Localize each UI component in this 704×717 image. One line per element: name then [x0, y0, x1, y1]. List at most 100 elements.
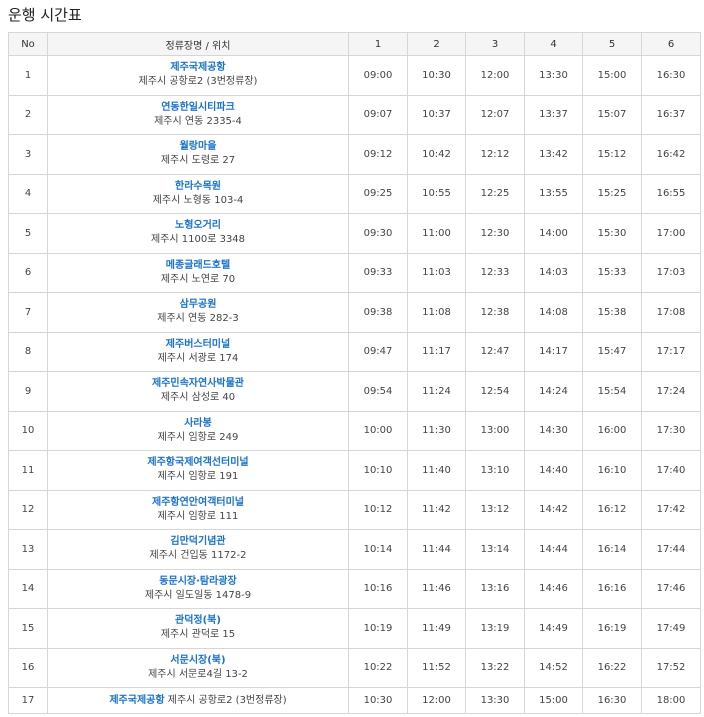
departure-time: 15:25	[582, 173, 642, 214]
row-number: 3	[8, 134, 48, 175]
stop-address: 제주시 관덕로 15	[160, 629, 236, 641]
row-number: 12	[8, 489, 48, 530]
stop-name-link[interactable]: 노형오거리	[48, 219, 348, 233]
row-number: 4	[8, 173, 48, 214]
stop-cell: 서문시장(북) 제주시 서문로4길 13-2	[47, 647, 349, 688]
departure-time: 10:22	[348, 647, 408, 688]
departure-time: 13:14	[465, 529, 525, 570]
departure-time: 09:00	[348, 55, 408, 96]
stop-name-link[interactable]: 삼무공원	[48, 298, 348, 312]
departure-time: 15:07	[582, 94, 642, 135]
table-row: 8 제주버스터미널 제주시 서광로 174 09:47 11:17 12:47 14:17 1…	[8, 331, 701, 372]
departure-time: 13:12	[465, 489, 525, 530]
departure-time: 14:08	[524, 292, 583, 333]
departure-time: 10:19	[348, 608, 408, 649]
stop-cell: 김만덕기념관 제주시 건입동 1172-2	[47, 529, 349, 570]
departure-time: 14:00	[524, 213, 583, 254]
row-number: 8	[8, 331, 48, 372]
stop-name-link[interactable]: 메종글래드호텔	[48, 259, 348, 273]
departure-time: 11:40	[407, 450, 466, 491]
stop-name-link[interactable]: 제주국제공항	[109, 695, 164, 706]
departure-time: 13:30	[465, 687, 525, 714]
departure-time: 10:00	[348, 410, 408, 451]
stop-name-link[interactable]: 김만덕기념관	[48, 535, 348, 549]
departure-time: 17:00	[641, 213, 701, 254]
departure-time: 09:25	[348, 173, 408, 214]
stop-address: 제주시 도령로 27	[160, 155, 236, 167]
departure-time: 16:22	[582, 647, 642, 688]
row-number: 7	[8, 292, 48, 333]
header-row: No 정류장명 / 위치 1 2 3 4 5 6	[8, 32, 701, 56]
table-row: 15 관덕정(북) 제주시 관덕로 15 10:19 11:49 13:19 14:49 16…	[8, 608, 701, 649]
stop-name-link[interactable]: 관덕정(북)	[48, 614, 348, 628]
departure-time: 10:14	[348, 529, 408, 570]
departure-time: 17:52	[641, 647, 701, 688]
departure-time: 15:47	[582, 331, 642, 372]
stop-name-link[interactable]: 서문시장(북)	[48, 654, 348, 668]
stop-name-link[interactable]: 제주국제공항	[48, 61, 348, 75]
departure-time: 10:37	[407, 94, 466, 135]
departure-time: 12:07	[465, 94, 525, 135]
departure-time: 16:42	[641, 134, 701, 175]
table-row: 9 제주민속자연사박물관 제주시 삼성로 40 09:54 11:24 12:54 14:2…	[8, 371, 701, 412]
stop-name-link[interactable]: 제주항국제여객선터미널	[48, 456, 348, 470]
timetable: No 정류장명 / 위치 1 2 3 4 5 6 1 제주국제공항 제주시 공항로2…	[8, 32, 701, 714]
table-row: 13 김만덕기념관 제주시 건입동 1172-2 10:14 11:44 13:14 14:…	[8, 529, 701, 570]
departure-time: 10:10	[348, 450, 408, 491]
departure-time: 10:16	[348, 568, 408, 609]
departure-time: 10:55	[407, 173, 466, 214]
departure-time: 17:17	[641, 331, 701, 372]
header-trip-1: 1	[348, 32, 408, 56]
stop-cell: 삼무공원 제주시 연동 282-3	[47, 292, 349, 333]
stop-name-link[interactable]: 한라수목원	[48, 180, 348, 194]
stop-name-link[interactable]: 제주항연안여객터미널	[48, 496, 348, 510]
departure-time: 11:03	[407, 252, 466, 293]
departure-time: 11:49	[407, 608, 466, 649]
stop-cell: 메종글래드호텔 제주시 노연로 70	[47, 252, 349, 293]
departure-time: 15:30	[582, 213, 642, 254]
table-row: 5 노형오거리 제주시 1100로 3348 09:30 11:00 12:30 14:00…	[8, 213, 701, 254]
departure-time: 13:42	[524, 134, 583, 175]
departure-time: 17:08	[641, 292, 701, 333]
stop-name-link[interactable]: 제주버스터미널	[48, 338, 348, 352]
departure-time: 11:46	[407, 568, 466, 609]
departure-time: 14:24	[524, 371, 583, 412]
stop-address: 제주시 노연로 70	[160, 273, 236, 285]
stop-cell: 월랑마을 제주시 도령로 27	[47, 134, 349, 175]
stop-name-link[interactable]: 사라봉	[48, 417, 348, 431]
departure-time: 17:49	[641, 608, 701, 649]
departure-time: 13:22	[465, 647, 525, 688]
departure-time: 12:47	[465, 331, 525, 372]
stop-name-link[interactable]: 연동한일시티파크	[48, 101, 348, 115]
header-no: No	[8, 32, 48, 56]
departure-time: 14:49	[524, 608, 583, 649]
departure-time: 15:00	[524, 687, 583, 714]
stop-cell: 관덕정(북) 제주시 관덕로 15	[47, 608, 349, 649]
departure-time: 15:33	[582, 252, 642, 293]
table-row: 17 제주국제공항 제주시 공항로2 (3번정류장) 10:30 12:00 13:30…	[8, 687, 701, 714]
table-row: 14 동문시장·탐라광장 제주시 일도일동 1478-9 10:16 11:46 13:1…	[8, 568, 701, 609]
departure-time: 09:12	[348, 134, 408, 175]
departure-time: 11:08	[407, 292, 466, 333]
departure-time: 11:24	[407, 371, 466, 412]
header-trip-5: 5	[582, 32, 642, 56]
stop-name-link[interactable]: 제주민속자연사박물관	[48, 377, 348, 391]
stop-name-link[interactable]: 월랑마을	[48, 140, 348, 154]
stop-address: 제주시 임항로 249	[157, 431, 239, 443]
stop-name-link[interactable]: 동문시장·탐라광장	[48, 575, 348, 589]
stop-cell: 제주항국제여객선터미널 제주시 임항로 191	[47, 450, 349, 491]
stop-address: 제주시 공항로2 (3번정류장)	[138, 76, 258, 88]
departure-time: 16:16	[582, 568, 642, 609]
departure-time: 13:16	[465, 568, 525, 609]
departure-time: 17:44	[641, 529, 701, 570]
departure-time: 13:30	[524, 55, 583, 96]
stop-address: 제주시 연동 282-3	[157, 313, 239, 325]
stop-cell: 동문시장·탐라광장 제주시 일도일동 1478-9	[47, 568, 349, 609]
stop-address: 제주시 공항로2 (3번정류장)	[167, 694, 287, 706]
stop-address: 제주시 연동 2335-4	[154, 115, 242, 127]
departure-time: 09:47	[348, 331, 408, 372]
table-row: 10 사라봉 제주시 임항로 249 10:00 11:30 13:00 14:30 16:0…	[8, 410, 701, 451]
table-row: 6 메종글래드호텔 제주시 노연로 70 09:33 11:03 12:33 14:03 15…	[8, 252, 701, 293]
departure-time: 14:40	[524, 450, 583, 491]
departure-time: 16:10	[582, 450, 642, 491]
